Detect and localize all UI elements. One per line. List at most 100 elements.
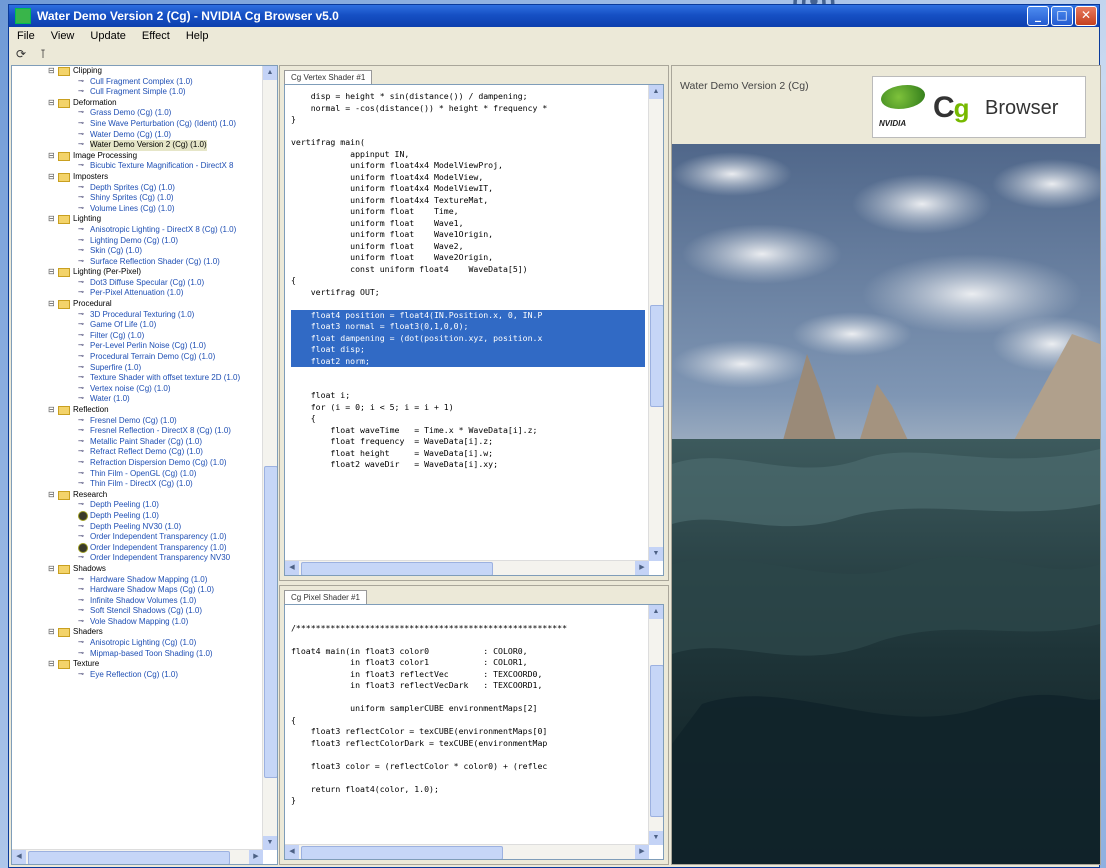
code-line[interactable] xyxy=(291,634,645,646)
code-line[interactable]: float2 waveDir = WaveData[i].xy; xyxy=(291,459,645,471)
tree-item[interactable]: ⊸ 3D Procedural Texturing (1.0) xyxy=(12,310,263,321)
tree-item[interactable]: ⊸ Surface Reflection Shader (Cg) (1.0) xyxy=(12,257,263,268)
tree-item[interactable]: ⊸ Water (1.0) xyxy=(12,394,263,405)
menu-effect[interactable]: Effect xyxy=(134,30,178,42)
tree-item[interactable]: ⊸ Texture Shader with offset texture 2D (… xyxy=(12,373,263,384)
code-line[interactable]: normal = -cos(distance()) * height * fre… xyxy=(291,103,645,115)
code-line[interactable]: { xyxy=(291,715,645,727)
code-line[interactable]: uniform float4x4 TextureMat, xyxy=(291,195,645,207)
tree-item[interactable]: ⊸ Refraction Dispersion Demo (Cg) (1.0) xyxy=(12,458,263,469)
minimize-button[interactable]: _ xyxy=(1027,6,1049,26)
tree-category[interactable]: ⊟ Shaders xyxy=(12,627,263,638)
code-line[interactable] xyxy=(291,772,645,784)
pin-icon[interactable]: ⊺ xyxy=(35,46,51,62)
tree-item[interactable]: ⊸ Dot3 Diffuse Specular (Cg) (1.0) xyxy=(12,278,263,289)
tree-category[interactable]: ⊟ Lighting (Per-Pixel) xyxy=(12,267,263,278)
collapse-icon[interactable]: ⊟ xyxy=(48,627,57,638)
pixel-shader-editor[interactable]: /***************************************… xyxy=(284,604,664,860)
scroll-up-arrow-icon[interactable]: ▲ xyxy=(649,85,663,99)
menu-help[interactable]: Help xyxy=(178,30,217,42)
tree-item[interactable]: ⊸ Anisotropic Lighting - DirectX 8 (Cg) (… xyxy=(12,225,263,236)
code-line[interactable]: float4 position = float4(IN.Position.x, … xyxy=(291,309,645,321)
code-line[interactable]: } xyxy=(291,795,645,807)
tree-item[interactable]: ⊸ Anisotropic Lighting (Cg) (1.0) xyxy=(12,638,263,649)
code-line[interactable]: float dampening = (dot(position.xyz, pos… xyxy=(291,332,645,344)
scroll-thumb[interactable] xyxy=(264,466,277,778)
scroll-down-arrow-icon[interactable]: ▼ xyxy=(649,547,663,561)
code-line[interactable]: vertifrag main( xyxy=(291,137,645,149)
code-line[interactable] xyxy=(291,126,645,138)
tree-item[interactable]: ⊸ Procedural Terrain Demo (Cg) (1.0) xyxy=(12,352,263,363)
tree-item[interactable]: ⊸ Depth Peeling NV30 (1.0) xyxy=(12,522,263,533)
code-line[interactable]: uniform float4x4 ModelViewIT, xyxy=(291,183,645,195)
code-line[interactable]: uniform samplerCUBE environmentMaps[2] xyxy=(291,703,645,715)
code-line[interactable]: /***************************************… xyxy=(291,623,645,635)
code-line[interactable]: appinput IN, xyxy=(291,149,645,161)
tree-category[interactable]: ⊟ Image Processing xyxy=(12,151,263,162)
collapse-icon[interactable]: ⊟ xyxy=(48,659,57,670)
code-line[interactable] xyxy=(291,298,645,310)
code-line[interactable]: in float3 reflectVec : TEXCOORD0, xyxy=(291,669,645,681)
tree-item[interactable]: ⊸ Refract Reflect Demo (Cg) (1.0) xyxy=(12,447,263,458)
scroll-down-arrow-icon[interactable]: ▼ xyxy=(263,836,277,850)
code-line[interactable]: float disp; xyxy=(291,344,645,356)
scroll-left-arrow-icon[interactable]: ◀ xyxy=(285,561,299,575)
code-line[interactable]: for (i = 0; i < 5; i = i + 1) xyxy=(291,402,645,414)
code-line[interactable] xyxy=(291,367,645,379)
maximize-button[interactable]: □ xyxy=(1051,6,1073,26)
tree-item[interactable]: ⊸ Bicubic Texture Magnification - DirectX… xyxy=(12,161,263,172)
code-line[interactable]: float3 reflectColorDark = texCUBE(enviro… xyxy=(291,738,645,750)
collapse-icon[interactable]: ⊟ xyxy=(48,405,57,416)
code-line[interactable]: in float3 reflectVecDark : TEXCOORD1, xyxy=(291,680,645,692)
tree-item[interactable]: ⊸ Mipmap-based Toon Shading (1.0) xyxy=(12,649,263,660)
pixel-vertical-scrollbar[interactable]: ▲ ▼ xyxy=(648,605,663,845)
tree-item[interactable]: ⊸ Fresnel Reflection - DirectX 8 (Cg) (1.… xyxy=(12,426,263,437)
tree-item[interactable]: ⊸ Eye Reflection (Cg) (1.0) xyxy=(12,670,263,681)
tree-item[interactable]: ⊸ Per-Pixel Attenuation (1.0) xyxy=(12,288,263,299)
collapse-icon[interactable]: ⊟ xyxy=(48,299,57,310)
tree-item[interactable]: ⊸ Skin (Cg) (1.0) xyxy=(12,246,263,257)
code-line[interactable]: float i; xyxy=(291,390,645,402)
code-line[interactable]: { xyxy=(291,275,645,287)
tree-item[interactable]: ⊸ Water Demo (Cg) (1.0) xyxy=(12,130,263,141)
code-line[interactable]: float3 reflectColor = texCUBE(environmen… xyxy=(291,726,645,738)
tree-item[interactable]: ⊸ Sine Wave Perturbation (Cg) (Ident) (1.… xyxy=(12,119,263,130)
water-render-viewport[interactable] xyxy=(672,144,1100,864)
code-line[interactable] xyxy=(291,749,645,761)
code-line[interactable]: float2 norm; xyxy=(291,355,645,367)
collapse-icon[interactable]: ⊟ xyxy=(48,564,57,575)
scroll-left-arrow-icon[interactable]: ◀ xyxy=(12,850,26,864)
scroll-right-arrow-icon[interactable]: ▶ xyxy=(635,561,649,575)
code-line[interactable]: float4 main(in float3 color0 : COLOR0, xyxy=(291,646,645,658)
code-line[interactable]: vertifrag OUT; xyxy=(291,287,645,299)
tree-item[interactable]: ⊸ Cull Fragment Simple (1.0) xyxy=(12,87,263,98)
code-line[interactable]: disp = height * sin(distance()) / dampen… xyxy=(291,91,645,103)
code-line[interactable] xyxy=(291,611,645,623)
tree-category[interactable]: ⊟ Shadows xyxy=(12,564,263,575)
tree-category[interactable]: ⊟ Lighting xyxy=(12,214,263,225)
collapse-icon[interactable]: ⊟ xyxy=(48,66,57,77)
tree-item[interactable]: ⊸ Filter (Cg) (1.0) xyxy=(12,331,263,342)
code-line[interactable]: uniform float Wave2, xyxy=(291,241,645,253)
code-line[interactable]: float waveTime = Time.x * WaveData[i].z; xyxy=(291,425,645,437)
code-line[interactable]: uniform float Wave2Origin, xyxy=(291,252,645,264)
tree-item[interactable]: Order Independent Transparency (1.0) xyxy=(12,543,263,554)
code-line[interactable] xyxy=(291,379,645,391)
scroll-right-arrow-icon[interactable]: ▶ xyxy=(249,850,263,864)
collapse-icon[interactable]: ⊟ xyxy=(48,151,57,162)
tree-category[interactable]: ⊟ Reflection xyxy=(12,405,263,416)
collapse-icon[interactable]: ⊟ xyxy=(48,98,57,109)
tree-item[interactable]: ⊸ Fresnel Demo (Cg) (1.0) xyxy=(12,416,263,427)
tree-item[interactable]: ⊸ Order Independent Transparency NV30 xyxy=(12,553,263,564)
scroll-thumb[interactable] xyxy=(301,846,503,859)
tree-item[interactable]: ⊸ Thin Film - OpenGL (Cg) (1.0) xyxy=(12,469,263,480)
tab-pixel-shader[interactable]: Cg Pixel Shader #1 xyxy=(284,590,367,605)
scroll-up-arrow-icon[interactable]: ▲ xyxy=(263,66,277,80)
tree-vertical-scrollbar[interactable]: ▲ ▼ xyxy=(262,66,277,850)
code-line[interactable]: } xyxy=(291,114,645,126)
code-line[interactable]: return float4(color, 1.0); xyxy=(291,784,645,796)
tree-item[interactable]: ⊸ Game Of Life (1.0) xyxy=(12,320,263,331)
tree-category[interactable]: ⊟ Imposters xyxy=(12,172,263,183)
menu-view[interactable]: View xyxy=(43,30,83,42)
scroll-down-arrow-icon[interactable]: ▼ xyxy=(649,831,663,845)
